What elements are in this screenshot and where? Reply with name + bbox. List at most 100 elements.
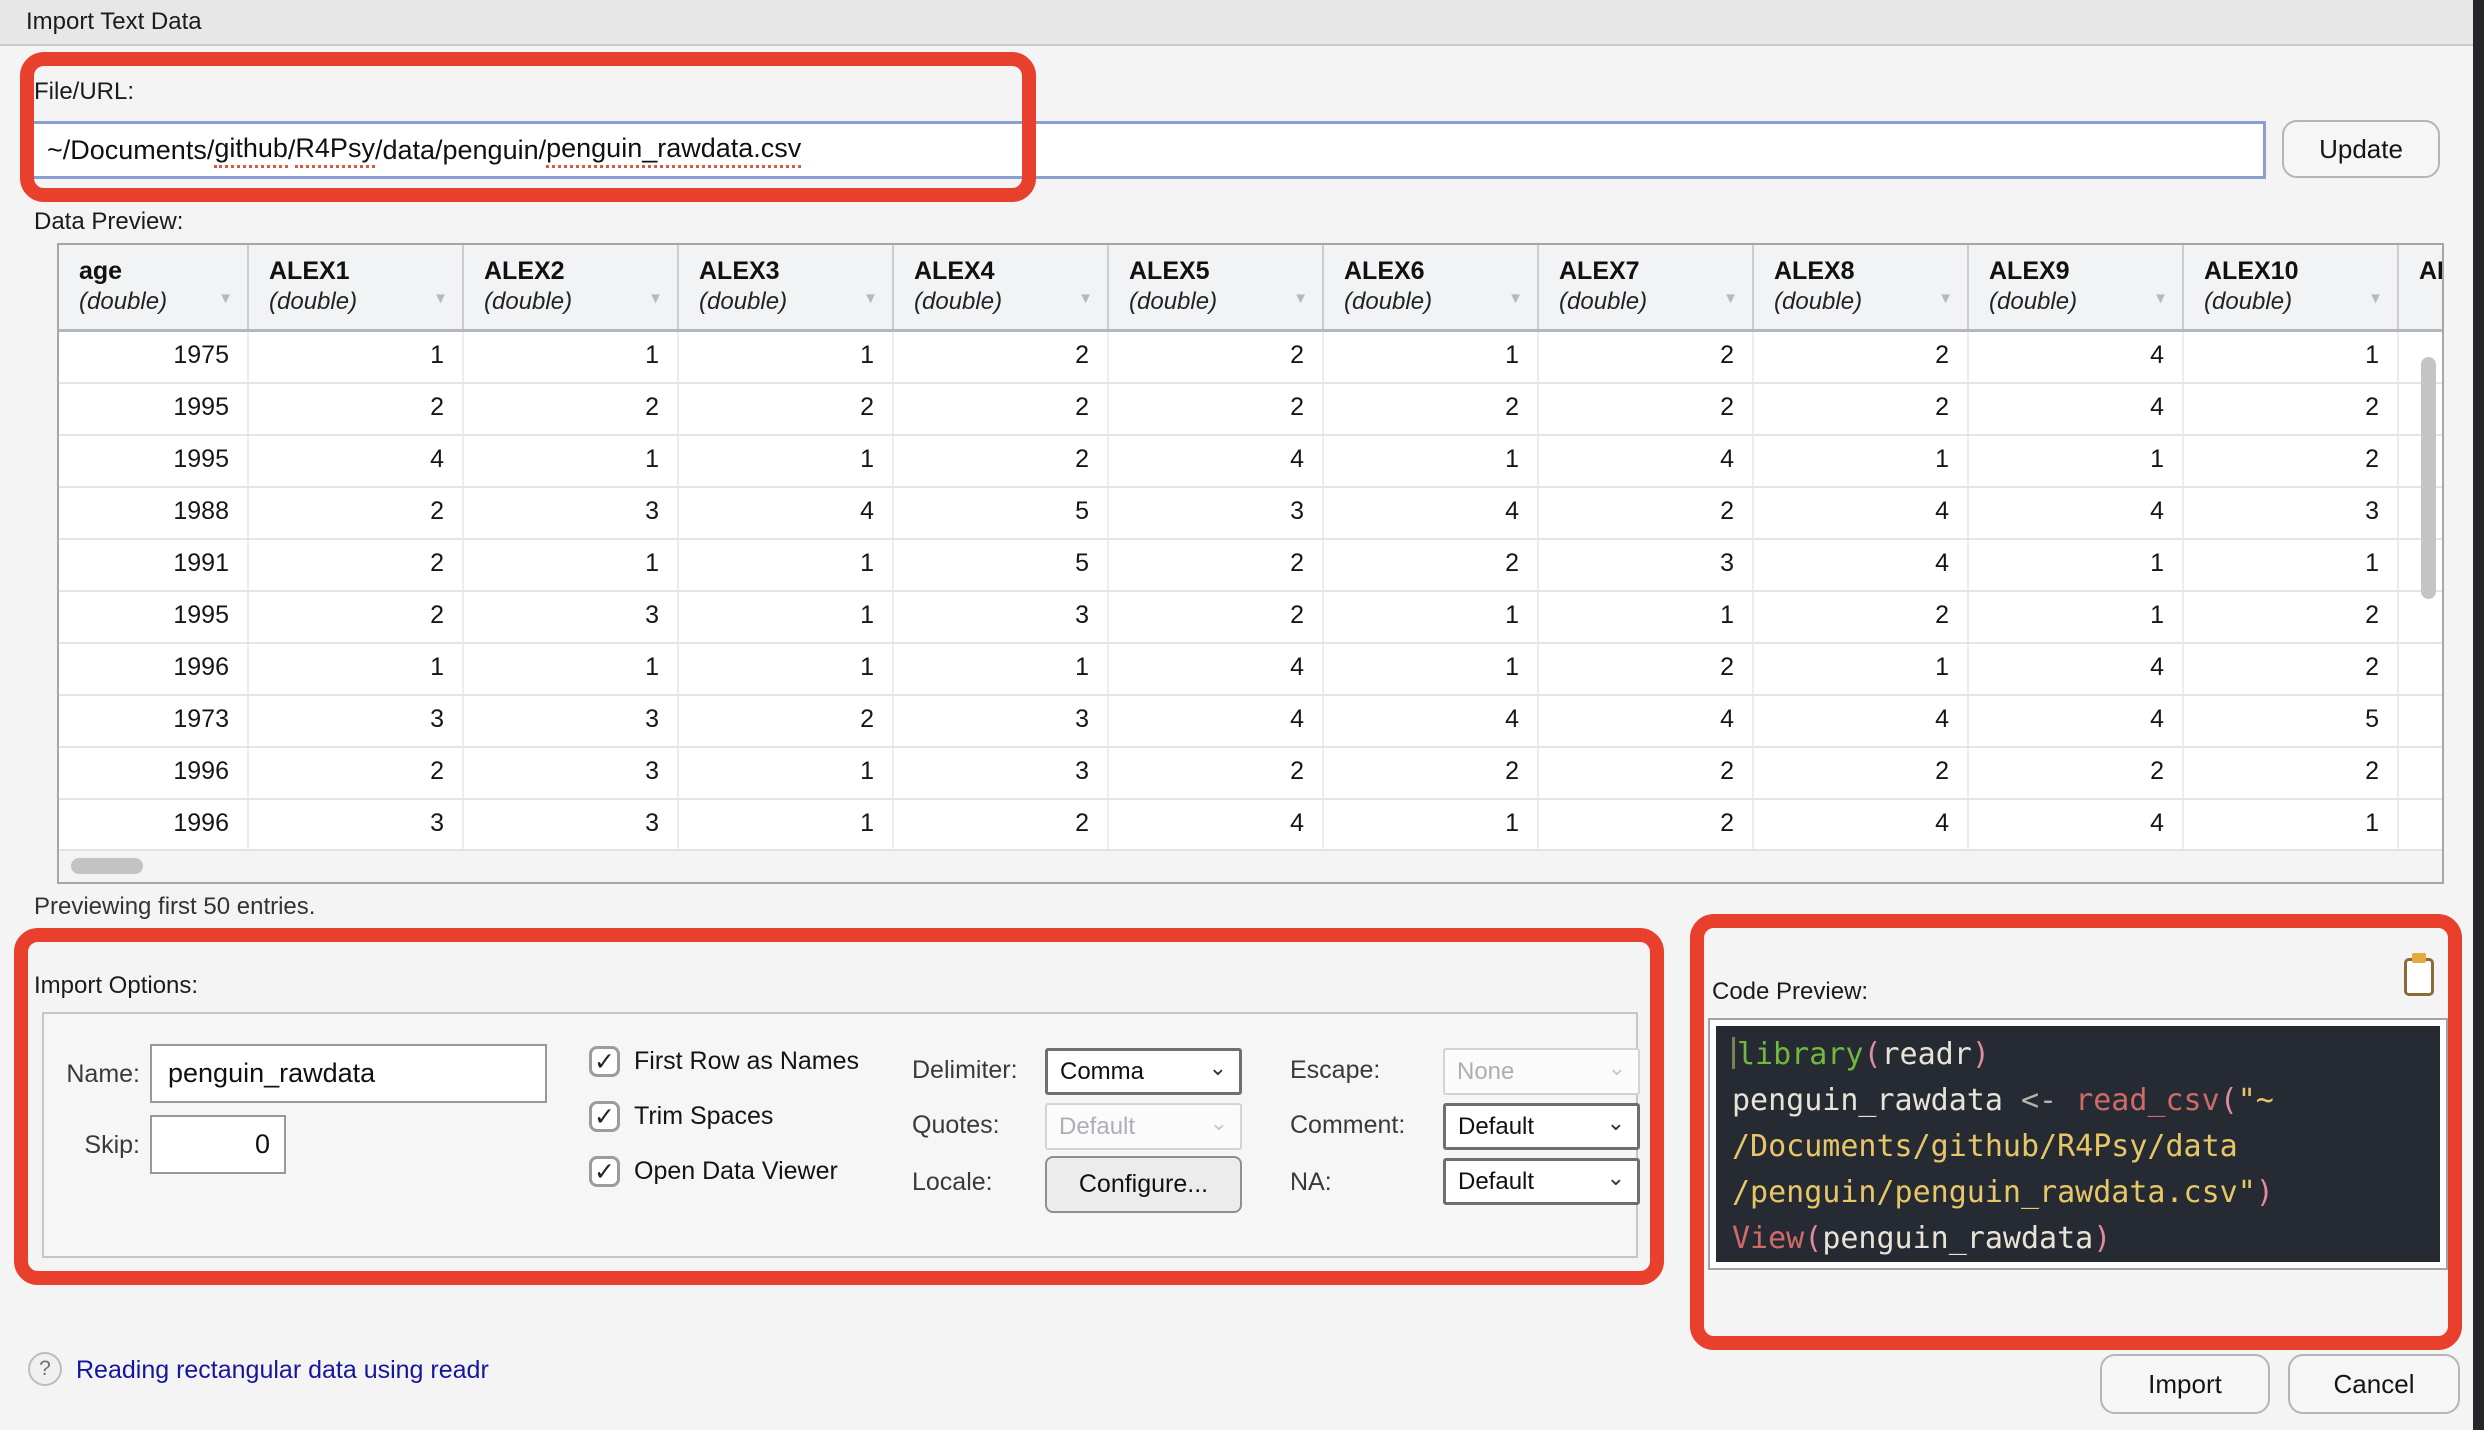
help-link[interactable]: Reading rectangular data using readr	[76, 1356, 489, 1385]
horizontal-scrollbar-thumb[interactable]	[71, 858, 143, 874]
column-menu-icon[interactable]: ▼	[1723, 290, 1738, 307]
help-icon[interactable]: ?	[28, 1352, 62, 1386]
checkbox-label: Open Data Viewer	[634, 1157, 838, 1186]
column-menu-icon[interactable]: ▼	[433, 290, 448, 307]
vertical-scrollbar-thumb[interactable]	[2421, 357, 2436, 599]
column-menu-icon[interactable]: ▼	[863, 290, 878, 307]
na-select[interactable]: Default ⌄	[1443, 1158, 1640, 1205]
table-cell: 2	[2184, 748, 2399, 798]
file-path-segment: github	[214, 133, 288, 168]
dialog-titlebar: Import Text Data	[0, 0, 2484, 46]
column-header-alex8[interactable]: ALEX8(double)▼	[1754, 245, 1969, 329]
table-cell: 4	[1109, 696, 1324, 746]
skip-input[interactable]	[150, 1115, 286, 1174]
table-cell: 4	[1969, 488, 2184, 538]
table-cell: 1	[464, 644, 679, 694]
table-cell: 2	[1539, 332, 1754, 382]
column-name: ALEX4	[914, 255, 1107, 287]
column-header-alex5[interactable]: ALEX5(double)▼	[1109, 245, 1324, 329]
copy-to-clipboard-icon[interactable]	[2404, 958, 2434, 996]
table-cell: 2	[1754, 332, 1969, 382]
checkbox[interactable]: ✓	[589, 1156, 620, 1187]
code-token: readr	[1882, 1037, 1972, 1072]
table-cell: 4	[679, 488, 894, 538]
horizontal-scrollbar[interactable]	[59, 849, 2442, 882]
table-cell: 1	[2184, 332, 2399, 382]
table-row: 19962313222222	[59, 748, 2442, 800]
comment-select[interactable]: Default ⌄	[1443, 1103, 1640, 1150]
column-header-alex1[interactable]: ALEX1(double)▼	[249, 245, 464, 329]
table-cell: 1	[679, 644, 894, 694]
table-cell: 1	[249, 332, 464, 382]
locale-configure-button[interactable]: Configure...	[1045, 1156, 1242, 1213]
code-token: )	[2256, 1175, 2274, 1210]
column-header-alex10[interactable]: ALEX10(double)▼	[2184, 245, 2399, 329]
table-cell: 3	[894, 592, 1109, 642]
table-cell: 1995	[59, 436, 249, 486]
column-menu-icon[interactable]: ▼	[1078, 290, 1093, 307]
table-cell: 4	[1109, 800, 1324, 850]
column-menu-icon[interactable]: ▼	[1293, 290, 1308, 307]
escape-label: Escape:	[1290, 1056, 1380, 1085]
column-header-alex3[interactable]: ALEX3(double)▼	[679, 245, 894, 329]
column-header-age[interactable]: age(double)▼	[59, 245, 249, 329]
table-cell: 1	[464, 332, 679, 382]
checkbox-label: First Row as Names	[634, 1047, 859, 1076]
table-cell: 4	[1324, 696, 1539, 746]
column-menu-icon[interactable]: ▼	[648, 290, 663, 307]
delimiter-select[interactable]: Comma ⌄	[1045, 1048, 1242, 1095]
column-header-alex7[interactable]: ALEX7(double)▼	[1539, 245, 1754, 329]
column-header-alex9[interactable]: ALEX9(double)▼	[1969, 245, 2184, 329]
import-button[interactable]: Import	[2100, 1354, 2270, 1414]
table-cell: 2	[1969, 748, 2184, 798]
checkbox[interactable]: ✓	[589, 1101, 620, 1132]
name-input[interactable]	[150, 1044, 547, 1103]
code-preview-label: Code Preview:	[1712, 978, 1868, 1006]
column-name: ALEX8	[1774, 255, 1967, 287]
table-cell: 2	[1109, 540, 1324, 590]
code-token: )	[2093, 1221, 2111, 1256]
code-token: <-	[2003, 1083, 2075, 1118]
table-cell: 4	[1969, 332, 2184, 382]
table-cell: 1	[679, 540, 894, 590]
table-cell: 4	[1109, 644, 1324, 694]
table-cell	[2399, 696, 2444, 746]
chevron-down-icon: ⌄	[1607, 1173, 1625, 1183]
column-name: ALEX1	[269, 255, 462, 287]
update-button[interactable]: Update	[2282, 120, 2440, 178]
column-menu-icon[interactable]: ▼	[2153, 290, 2168, 307]
cancel-button[interactable]: Cancel	[2288, 1354, 2460, 1414]
column-menu-icon[interactable]: ▼	[1508, 290, 1523, 307]
table-cell: 1975	[59, 332, 249, 382]
table-cell: 4	[1754, 696, 1969, 746]
table-row: 19912115223411	[59, 540, 2442, 592]
table-cell: 1996	[59, 800, 249, 850]
chevron-down-icon: ⌄	[1209, 1063, 1227, 1073]
column-name: ALEX10	[2204, 255, 2397, 287]
code-token: /Documents/github/R4Psy/data	[1732, 1129, 2238, 1164]
column-menu-icon[interactable]: ▼	[1938, 290, 1953, 307]
checkbox-label: Trim Spaces	[634, 1102, 773, 1131]
table-cell: 3	[464, 800, 679, 850]
column-menu-icon[interactable]: ▼	[2368, 290, 2383, 307]
checkbox[interactable]: ✓	[589, 1046, 620, 1077]
dialog-title: Import Text Data	[26, 8, 202, 36]
table-cell	[2399, 800, 2444, 850]
table-cell: 2	[1109, 748, 1324, 798]
column-header-alex4[interactable]: ALEX4(double)▼	[894, 245, 1109, 329]
column-header-al[interactable]: AL	[2399, 245, 2444, 329]
column-menu-icon[interactable]: ▼	[218, 290, 233, 307]
column-header-alex2[interactable]: ALEX2(double)▼	[464, 245, 679, 329]
screen-edge-strip	[2473, 0, 2484, 1430]
code-token: /penguin/penguin_rawdata.csv"	[1732, 1175, 2256, 1210]
code-preview-code: library(readr)penguin_rawdata <- read_cs…	[1716, 1026, 2440, 1262]
data-preview-label: Data Preview:	[34, 208, 183, 236]
column-header-alex6[interactable]: ALEX6(double)▼	[1324, 245, 1539, 329]
table-cell: 3	[894, 696, 1109, 746]
table-cell: 1	[1754, 436, 1969, 486]
file-url-input[interactable]: ~/Documents/github/R4Psy/data/penguin/pe…	[28, 121, 2266, 179]
table-cell: 2	[1539, 748, 1754, 798]
table-cell: 2	[464, 384, 679, 434]
file-path-segment: ~/Documents/	[47, 135, 214, 166]
table-cell: 1	[679, 748, 894, 798]
